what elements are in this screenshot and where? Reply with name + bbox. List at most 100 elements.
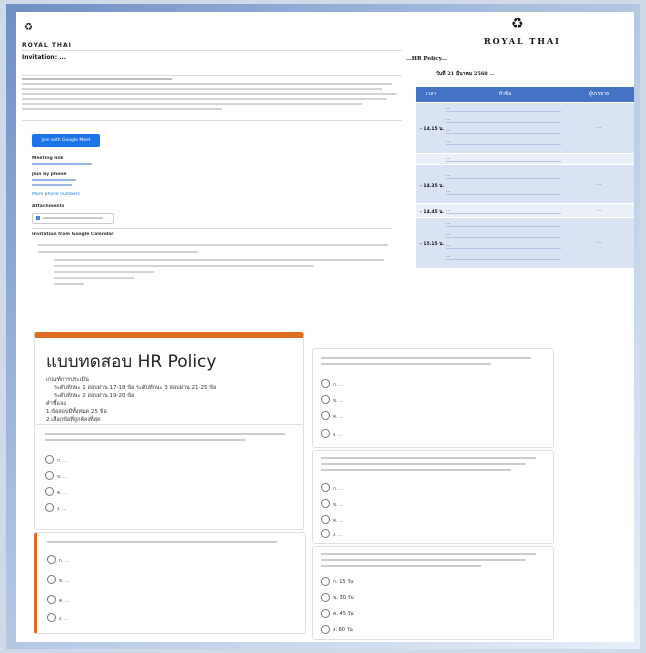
attachments-label: Attachments: [32, 204, 65, 209]
agenda-item: ...: [446, 173, 561, 179]
more-numbers-link[interactable]: More phone numbers: [32, 192, 80, 197]
agenda-item: ...: [446, 189, 561, 195]
photo-frame: ♻ ROYAL THAI Invitation: ... Join with G…: [6, 4, 640, 649]
radio-option[interactable]: [321, 395, 330, 404]
option-label: ก. ...: [57, 459, 67, 464]
radio-option[interactable]: [321, 609, 330, 618]
attachment-chip[interactable]: [32, 213, 114, 224]
col-speaker: ผู้บรรยาย: [588, 91, 610, 97]
option-label: ข. ...: [333, 399, 344, 404]
agenda-speaker: ...: [596, 182, 602, 187]
radio-option[interactable]: [47, 575, 56, 584]
radio-option[interactable]: [321, 379, 330, 388]
radio-option[interactable]: [45, 503, 54, 512]
option-label: ง. 60 วัน: [333, 627, 353, 633]
radio-option[interactable]: [45, 455, 54, 464]
radio-option[interactable]: [321, 483, 330, 492]
radio-option[interactable]: [45, 471, 54, 480]
phone-pin: [32, 184, 72, 186]
divider: [22, 120, 402, 121]
intro-line: เกณฑ์การประเมิน: [46, 377, 89, 383]
question-card-2: ก. ... ข. ... ค. ... ง. ...: [34, 532, 306, 634]
option-label: ค. ...: [333, 415, 344, 420]
option-label: ง. ...: [59, 617, 69, 622]
document-collage: ♻ ROYAL THAI Invitation: ... Join with G…: [16, 12, 634, 642]
radio-option[interactable]: [321, 411, 330, 420]
intro-line: 2.เลือกข้อที่ถูกต้องที่สุด: [46, 417, 101, 423]
option-label: ค. ...: [57, 491, 68, 496]
quiz-intro: เกณฑ์การประเมิน ระดับทักษะ 1 สอบผ่าน 17-…: [46, 376, 216, 424]
option-label: ก. ...: [333, 383, 343, 388]
radio-option[interactable]: [321, 577, 330, 586]
radio-option[interactable]: [321, 625, 330, 634]
option-label: ก. ...: [59, 559, 69, 564]
agenda-speaker: ...: [596, 125, 602, 130]
radio-option[interactable]: [321, 499, 330, 508]
option-label: ข. ...: [333, 503, 344, 508]
phone-number[interactable]: [32, 179, 76, 181]
agenda-title: ...HR Policy...: [406, 56, 447, 62]
radio-option[interactable]: [321, 515, 330, 524]
agenda-row: - 14.45 น. ... ...: [416, 204, 634, 217]
radio-option[interactable]: [45, 487, 54, 496]
agenda-item: ...: [446, 117, 561, 123]
agenda-row: - 15.15 น. ... ... ... ... ...: [416, 218, 634, 268]
meeting-link-label: Meeting link: [32, 156, 64, 161]
col-topic: หัวข้อ: [498, 91, 512, 97]
col-time: เวลา: [425, 91, 437, 97]
quiz-title: แบบทดสอบ HR Policy: [46, 352, 217, 372]
option-label: ก. 15 วัน: [333, 579, 354, 585]
option-label: ค. ...: [59, 599, 70, 604]
intro-line: 1.ข้อสอบมีทั้งหมด 25 ข้อ: [46, 409, 107, 415]
join-meet-button[interactable]: Join with Google Meet: [32, 134, 100, 147]
option-label: ข. 30 วัน: [333, 595, 354, 601]
option-label: ค. 45 วัน: [333, 611, 354, 617]
radio-option[interactable]: [321, 529, 330, 538]
email-header-blur: [22, 78, 402, 110]
agenda-item: ...: [446, 156, 561, 162]
question-card-5: ก. 15 วัน ข. 30 วัน ค. 45 วัน ง. 60 วัน: [312, 546, 554, 640]
radio-option[interactable]: [47, 613, 56, 622]
agenda-item: ...: [446, 106, 561, 112]
radio-option[interactable]: [47, 595, 56, 604]
divider: [22, 50, 402, 51]
option-label: ข. ...: [57, 475, 68, 480]
agenda-table-header: เวลา หัวข้อ ผู้บรรยาย: [416, 87, 634, 102]
meeting-link[interactable]: [32, 163, 92, 165]
agenda-time: - 15.15 น.: [420, 242, 445, 247]
divider: [32, 228, 392, 229]
option-label: ค. ...: [333, 519, 344, 524]
royal-thai-logo-icon: ♻: [511, 16, 524, 32]
agenda-item: ...: [446, 254, 561, 260]
radio-option[interactable]: [321, 429, 330, 438]
email-subject: Invitation: ...: [22, 54, 67, 61]
agenda-item: ...: [446, 128, 561, 134]
intro-line: คำชี้แจง: [46, 401, 66, 407]
option-label: ง. ...: [333, 433, 343, 438]
intro-line: ระดับทักษะ 2 สอบผ่าน 19-20 ข้อ: [54, 393, 135, 399]
agenda-item: ...: [446, 208, 561, 214]
agenda-item: ...: [446, 221, 561, 227]
email-body-blur: [38, 244, 398, 285]
agenda-item: ...: [446, 139, 561, 145]
question-card-1: ก. ... ข. ... ค. ... ง. ...: [34, 424, 304, 530]
agenda-speaker: ...: [596, 240, 602, 245]
question-card-4: ก. ... ข. ... ค. ... ง. ...: [312, 450, 554, 544]
option-label: ง. ...: [57, 507, 67, 512]
option-label: ข. ...: [59, 579, 70, 584]
agenda-subtitle: วันที่ 21 มีนาคม 2568 ...: [436, 71, 495, 77]
agenda-item: ...: [446, 243, 561, 249]
option-label: ง. ...: [333, 533, 343, 538]
intro-line: ระดับทักษะ 1 สอบผ่าน 17-18 ข้อ ระดับทักษ…: [54, 385, 217, 391]
radio-option[interactable]: [321, 593, 330, 602]
email-logo-text: ROYAL THAI: [22, 42, 72, 49]
invitation-from: Invitation from Google Calendar: [32, 232, 114, 237]
royal-thai-logo-icon: ♻: [24, 22, 33, 33]
agenda-row: ...: [416, 154, 634, 164]
option-label: ก. ...: [333, 487, 343, 492]
radio-option[interactable]: [47, 555, 56, 564]
agenda-time: - 14.45 น.: [420, 210, 445, 215]
agenda-item: ...: [446, 232, 561, 238]
agenda-time: - 14.35 น.: [420, 184, 445, 189]
agenda-time: - 14.15 น.: [420, 127, 445, 132]
